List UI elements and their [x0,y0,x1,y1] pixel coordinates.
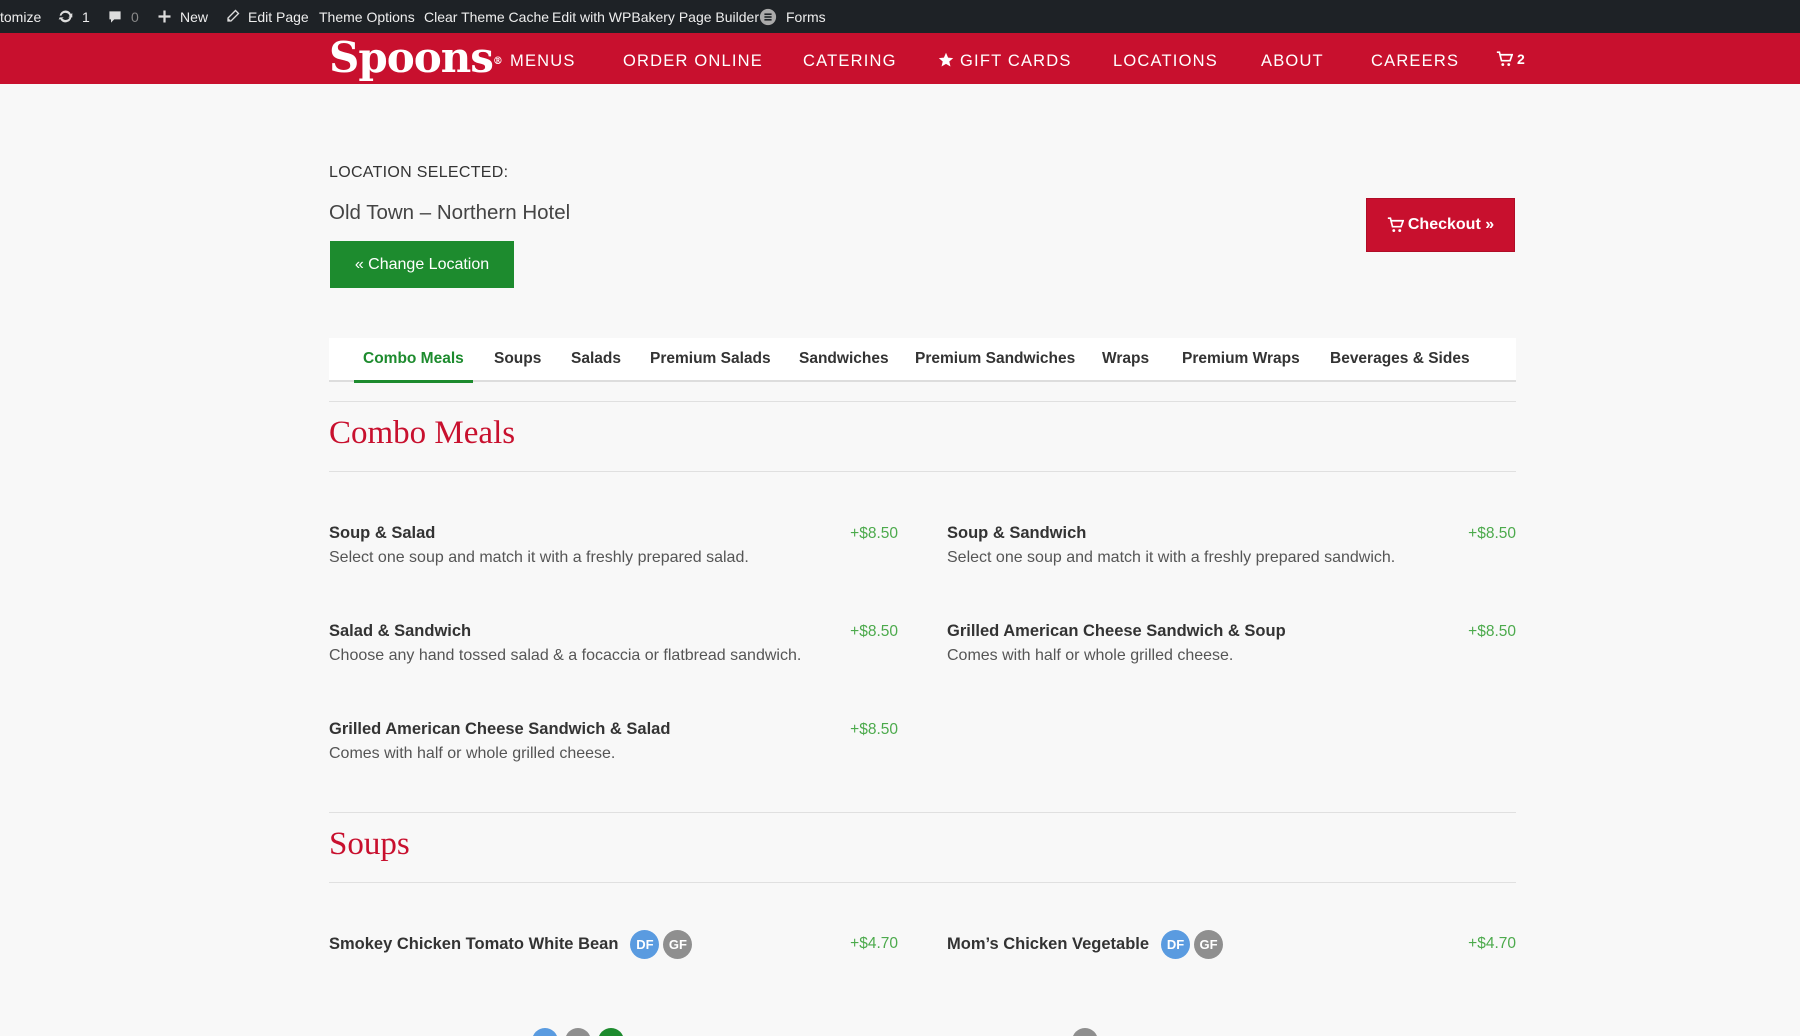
dairy-free-badge: DF [630,930,660,959]
dietary-badge-partial [532,1028,558,1036]
clear-cache-link[interactable]: Clear Theme Cache [424,0,549,33]
menu-item-price: +$4.70 [850,935,898,952]
menu-item-name[interactable]: Grilled American Cheese Sandwich & Salad [329,720,670,739]
menu-item-label: Smokey Chicken Tomato White Bean [329,935,619,953]
cart-icon [1496,50,1513,66]
refresh-icon [57,8,74,25]
tab-soups[interactable]: Soups [494,338,541,382]
location-name: Old Town – Northern Hotel [329,201,571,224]
tab-premium-salads[interactable]: Premium Salads [650,338,771,382]
tab-sandwiches[interactable]: Sandwiches [799,338,889,382]
menu-item-price: +$8.50 [1468,525,1516,542]
dairy-free-badge: DF [1161,930,1191,959]
menu-item-name[interactable]: Soup & Sandwich [947,524,1086,543]
dietary-badge-partial [1072,1028,1098,1036]
forms-icon [759,8,777,26]
checkout-button[interactable]: Checkout » [1366,198,1515,252]
tab-combo-meals[interactable]: Combo Meals [354,338,473,383]
logo-text: Spoons [329,33,494,82]
menu-item-name[interactable]: Salad & Sandwich [329,622,471,641]
divider [329,401,1516,402]
gluten-free-badge: GF [663,930,693,959]
cart-icon [1387,217,1404,232]
plus-icon [157,9,172,24]
menu-item-price: +$8.50 [850,525,898,542]
theme-options-label: Theme Options [319,8,415,25]
tab-premium-wraps[interactable]: Premium Wraps [1182,338,1300,382]
nav-gift-cards[interactable]: GIFT CARDS [938,33,1072,84]
nav-gift-cards-label: GIFT CARDS [960,52,1072,70]
theme-options-link[interactable]: Theme Options [319,0,415,33]
menu-item-desc: Choose any hand tossed salad & a focacci… [329,647,802,664]
wpbakery-label: Edit with WPBakery Page Builder [552,8,759,25]
menu-item-desc: Select one soup and match it with a fres… [329,549,749,566]
main-nav: Spoons® MENUS ORDER ONLINE CATERING GIFT… [0,33,1800,84]
divider [329,812,1516,813]
new-link[interactable]: New [157,0,208,33]
logo-registered-mark: ® [492,56,503,67]
change-location-button[interactable]: « Change Location [330,241,514,288]
clear-cache-label: Clear Theme Cache [424,8,550,25]
menu-item-desc: Comes with half or whole grilled cheese. [329,745,616,762]
menu-item-name[interactable]: Grilled American Cheese Sandwich & Soup [947,622,1286,641]
forms-label: Forms [786,8,826,25]
cart-link[interactable]: 2 [1496,33,1525,84]
dietary-badge-partial [565,1028,591,1036]
location-label: LOCATION SELECTED: [329,164,509,181]
new-label: New [180,8,209,25]
tab-wraps[interactable]: Wraps [1102,338,1149,382]
customize-link[interactable]: tomize [0,0,41,33]
gluten-free-badge: GF [1194,930,1224,959]
menu-item-price: +$8.50 [1468,623,1516,640]
nav-menus[interactable]: MENUS [510,33,576,84]
nav-careers[interactable]: CAREERS [1371,33,1459,84]
site-logo[interactable]: Spoons® [329,33,503,82]
tab-beverages-sides[interactable]: Beverages & Sides [1330,338,1470,382]
menu-item-name[interactable]: Mom’s Chicken Vegetable DF GF [947,930,1224,959]
menu-item-label: Mom’s Chicken Vegetable [947,935,1150,953]
menu-item-price: +$8.50 [850,623,898,640]
menu-item-name[interactable]: Soup & Salad [329,524,435,543]
edit-page-label: Edit Page [248,8,309,25]
divider [329,882,1516,883]
nav-order-online[interactable]: ORDER ONLINE [623,33,763,84]
wpbakery-link[interactable]: Edit with WPBakery Page Builder [552,0,759,33]
section-title-combo-meals: Combo Meals [329,415,516,451]
nav-catering[interactable]: CATERING [803,33,897,84]
dietary-badge-partial [598,1028,624,1036]
comment-icon [107,9,123,25]
category-tabs: Combo Meals Soups Salads Premium Salads … [329,338,1516,383]
pencil-icon [225,9,240,24]
nav-locations[interactable]: LOCATIONS [1113,33,1218,84]
admin-bar: tomize 1 0 New Edit Page Theme Options C… [0,0,1800,33]
comments-link[interactable]: 0 [107,0,139,33]
menu-item-desc: Comes with half or whole grilled cheese. [947,647,1234,664]
nav-about[interactable]: ABOUT [1261,33,1324,84]
menu-item-desc: Select one soup and match it with a fres… [947,549,1396,566]
cart-count: 2 [1517,50,1525,67]
divider [329,471,1516,472]
menu-item-name[interactable]: Smokey Chicken Tomato White Bean DF GF [329,930,693,959]
comments-count: 0 [131,8,139,25]
updates-link[interactable]: 1 [57,0,90,33]
forms-link[interactable]: Forms [759,0,826,33]
updates-count: 1 [82,8,90,25]
menu-item-price: +$4.70 [1468,935,1516,952]
checkout-label: Checkout » [1407,216,1495,233]
tab-salads[interactable]: Salads [571,338,621,382]
section-title-soups: Soups [329,826,410,862]
edit-page-link[interactable]: Edit Page [225,0,309,33]
menu-item-price: +$8.50 [850,721,898,738]
customize-label: tomize [0,8,42,25]
tab-premium-sandwiches[interactable]: Premium Sandwiches [915,338,1075,382]
star-icon [938,52,954,67]
